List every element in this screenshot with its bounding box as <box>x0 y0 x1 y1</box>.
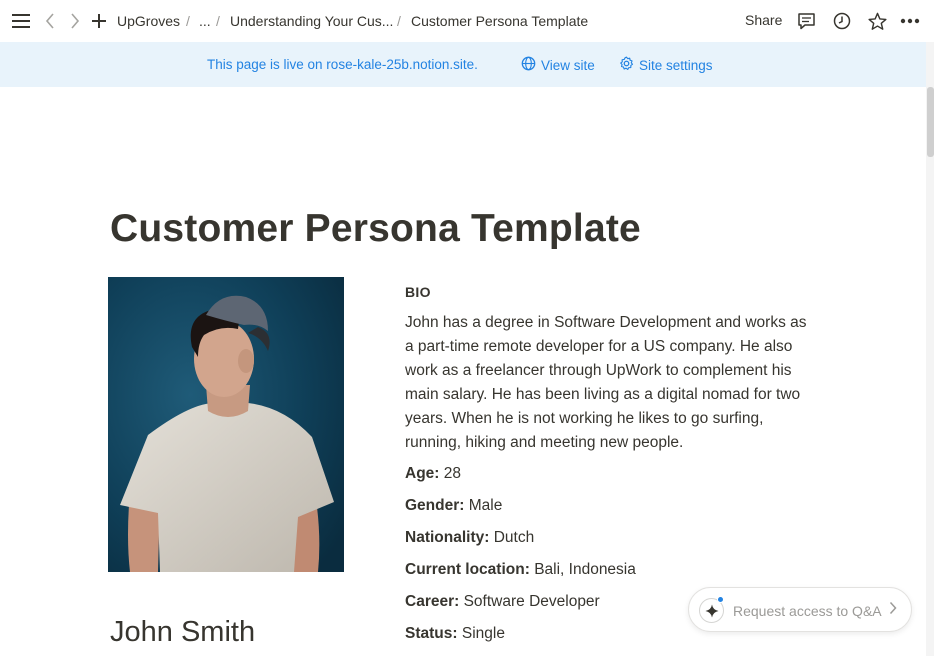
view-site-link[interactable]: View site <box>521 56 595 75</box>
field-value: Single <box>461 625 505 642</box>
field-label: Status: <box>405 625 458 642</box>
bio-line: running, hiking and meeting new people. <box>405 434 684 451</box>
view-site-label: View site <box>541 58 595 73</box>
bio-heading[interactable]: BIO <box>405 283 431 301</box>
breadcrumb-current-page[interactable]: Customer Persona Template <box>411 12 588 30</box>
bio-paragraph[interactable]: John has a degree in Software Developmen… <box>405 311 825 455</box>
breadcrumb-ellipsis[interactable]: ... <box>199 12 211 30</box>
plus-icon[interactable] <box>89 11 109 31</box>
request-qa-label: Request access to Q&A <box>733 603 882 619</box>
bio-line: John has a degree in Software Developmen… <box>405 314 807 331</box>
site-live-banner: This page is live on rose-kale-25b.notio… <box>0 42 926 87</box>
star-icon[interactable] <box>867 11 887 31</box>
request-qa-access-button[interactable]: Request access to Q&A <box>688 587 912 632</box>
breadcrumb-separator: / <box>216 13 220 29</box>
hamburger-icon[interactable] <box>11 11 31 31</box>
field-label: Age: <box>405 465 440 482</box>
field-value: Software Developer <box>463 593 600 610</box>
breadcrumb-workspace[interactable]: UpGroves <box>117 12 180 30</box>
field-value: Dutch <box>493 529 535 546</box>
field-status[interactable]: Status: Single <box>405 624 505 644</box>
breadcrumb-parent-page[interactable]: Understanding Your Cus... <box>230 12 393 30</box>
field-age[interactable]: Age: 28 <box>405 464 461 484</box>
field-label: Nationality: <box>405 529 490 546</box>
comment-icon[interactable] <box>796 11 816 31</box>
breadcrumb-separator: / <box>397 13 401 29</box>
bio-line: years. When he is not working he likes t… <box>405 410 764 427</box>
scrollbar-thumb[interactable] <box>927 87 934 157</box>
persona-name[interactable]: John Smith <box>110 614 255 650</box>
field-value: Bali, Indonesia <box>534 561 636 578</box>
field-value: Male <box>468 497 503 514</box>
chevron-right-icon[interactable] <box>65 11 85 31</box>
field-gender[interactable]: Gender: Male <box>405 496 502 516</box>
clock-icon[interactable] <box>832 11 852 31</box>
globe-icon <box>521 56 536 75</box>
field-career[interactable]: Career: Software Developer <box>405 592 600 612</box>
persona-photo <box>108 277 344 572</box>
bio-line: a part-time remote developer for a US co… <box>405 338 793 355</box>
page-title[interactable]: Customer Persona Template <box>110 205 641 253</box>
field-current-location[interactable]: Current location: Bali, Indonesia <box>405 560 636 580</box>
field-label: Career: <box>405 593 460 610</box>
site-settings-link[interactable]: Site settings <box>619 56 713 75</box>
site-settings-label: Site settings <box>639 58 713 73</box>
more-icon[interactable] <box>900 11 920 31</box>
bio-line: work as a freelancer through UpWork to c… <box>405 362 792 379</box>
share-button[interactable]: Share <box>745 11 782 29</box>
chevron-left-icon[interactable] <box>40 11 60 31</box>
bio-line: main salary. He has been living as a dig… <box>405 386 801 403</box>
breadcrumb-separator: / <box>186 13 190 29</box>
notification-dot <box>717 596 724 603</box>
top-bar: UpGroves / ... / Understanding Your Cus.… <box>0 0 934 42</box>
field-label: Current location: <box>405 561 530 578</box>
gear-icon <box>619 56 634 75</box>
chevron-right-icon <box>889 601 897 620</box>
site-live-text: This page is live on rose-kale-25b.notio… <box>207 57 478 72</box>
field-nationality[interactable]: Nationality: Dutch <box>405 528 534 548</box>
field-label: Gender: <box>405 497 465 514</box>
field-value: 28 <box>443 465 462 482</box>
